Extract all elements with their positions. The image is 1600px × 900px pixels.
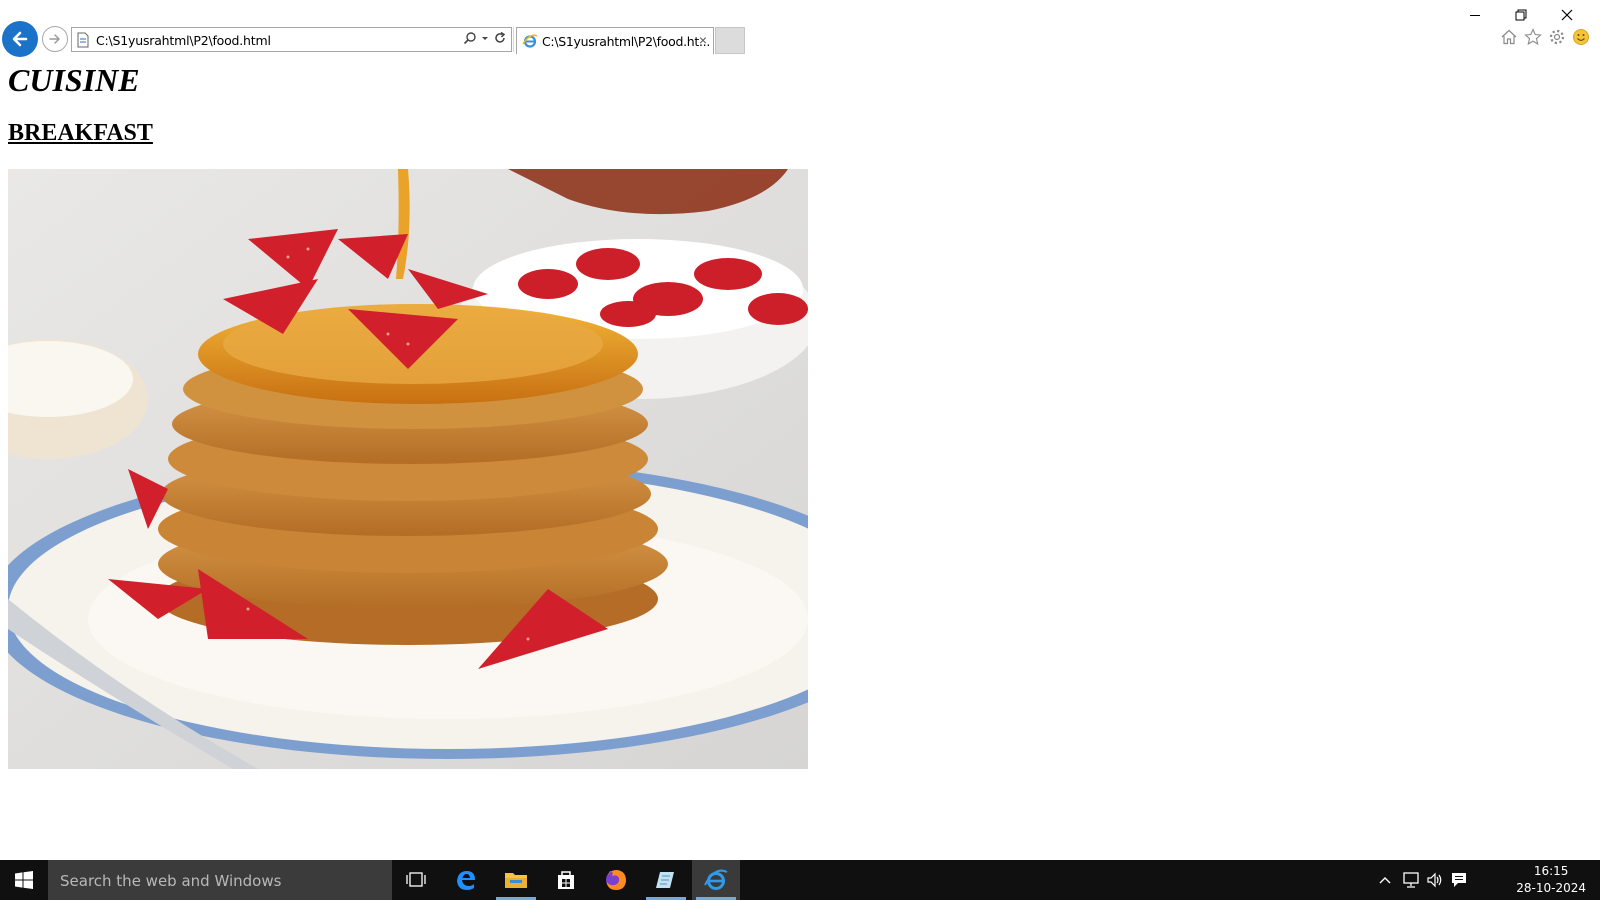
task-view-button[interactable] [392, 860, 440, 900]
clock-date: 28-10-2024 [1516, 881, 1586, 895]
close-icon [1561, 9, 1573, 21]
tab-food[interactable]: C:\S1yusrahtml\P2\food.ht... × [516, 27, 714, 54]
action-center-icon[interactable] [1450, 871, 1468, 889]
toolbar-divider [513, 27, 514, 52]
search-placeholder: Search the web and Windows [60, 872, 282, 890]
new-tab-button[interactable] [715, 27, 745, 54]
file-explorer-app[interactable] [492, 860, 540, 900]
address-bar[interactable]: C:\S1yusrahtml\P2\food.html [71, 27, 512, 52]
gear-icon[interactable] [1548, 28, 1566, 46]
url-text: C:\S1yusrahtml\P2\food.html [96, 33, 271, 48]
taskbar-search-box[interactable]: Search the web and Windows [48, 860, 392, 900]
tab-title: C:\S1yusrahtml\P2\food.ht... [542, 34, 711, 49]
chevron-up-icon[interactable] [1378, 874, 1392, 886]
home-icon[interactable] [1500, 28, 1518, 46]
internet-explorer-icon [704, 869, 728, 890]
task-view-icon [406, 872, 426, 887]
clock[interactable]: 16:15 28-10-2024 [1516, 863, 1586, 897]
tab-close-icon[interactable]: × [699, 33, 707, 47]
store-bag-icon [558, 871, 574, 889]
start-button[interactable] [0, 860, 48, 900]
page-title: CUISINE [8, 62, 140, 98]
browser-chrome: C:\S1yusrahtml\P2\food.html C:\S1yusraht… [0, 0, 1600, 60]
ie-favicon-icon [522, 34, 538, 48]
back-button[interactable] [2, 21, 38, 57]
section-heading: BREAKFAST [8, 120, 153, 146]
dropdown-arrow-icon[interactable] [481, 31, 489, 45]
toolbar-icons [1500, 28, 1590, 46]
minimize-icon [1470, 15, 1480, 16]
notepad-icon [656, 872, 674, 888]
volume-icon[interactable] [1426, 871, 1444, 889]
network-icon[interactable] [1402, 871, 1420, 889]
close-button[interactable] [1544, 4, 1590, 26]
taskbar: Search the web and Windows 16:15 28-10-2… [0, 860, 1600, 900]
firefox-app[interactable] [592, 860, 640, 900]
folder-icon [505, 873, 527, 888]
edge-app[interactable] [442, 860, 490, 900]
arrow-left-icon [12, 31, 28, 47]
clock-time: 16:15 [1533, 864, 1569, 878]
firefox-icon [606, 870, 626, 890]
pancake-photo [8, 169, 808, 769]
edge-icon [457, 871, 475, 890]
notepad-app[interactable] [642, 860, 690, 900]
arrow-right-icon [49, 34, 60, 44]
pancake-image [8, 169, 808, 769]
restore-button[interactable] [1498, 4, 1544, 26]
forward-button[interactable] [42, 26, 68, 52]
windows-logo-icon [15, 871, 33, 889]
system-tray: 16:15 28-10-2024 [1370, 860, 1600, 900]
search-icon[interactable] [463, 31, 477, 45]
feedback-smiley-icon[interactable] [1572, 28, 1590, 46]
favorites-star-icon[interactable] [1524, 28, 1542, 46]
page-icon [77, 32, 89, 48]
restore-icon [1515, 9, 1527, 21]
window-controls [1452, 4, 1590, 26]
refresh-icon[interactable] [493, 31, 507, 45]
store-app[interactable] [542, 860, 590, 900]
internet-explorer-app[interactable] [692, 860, 740, 900]
minimize-button[interactable] [1452, 4, 1498, 26]
